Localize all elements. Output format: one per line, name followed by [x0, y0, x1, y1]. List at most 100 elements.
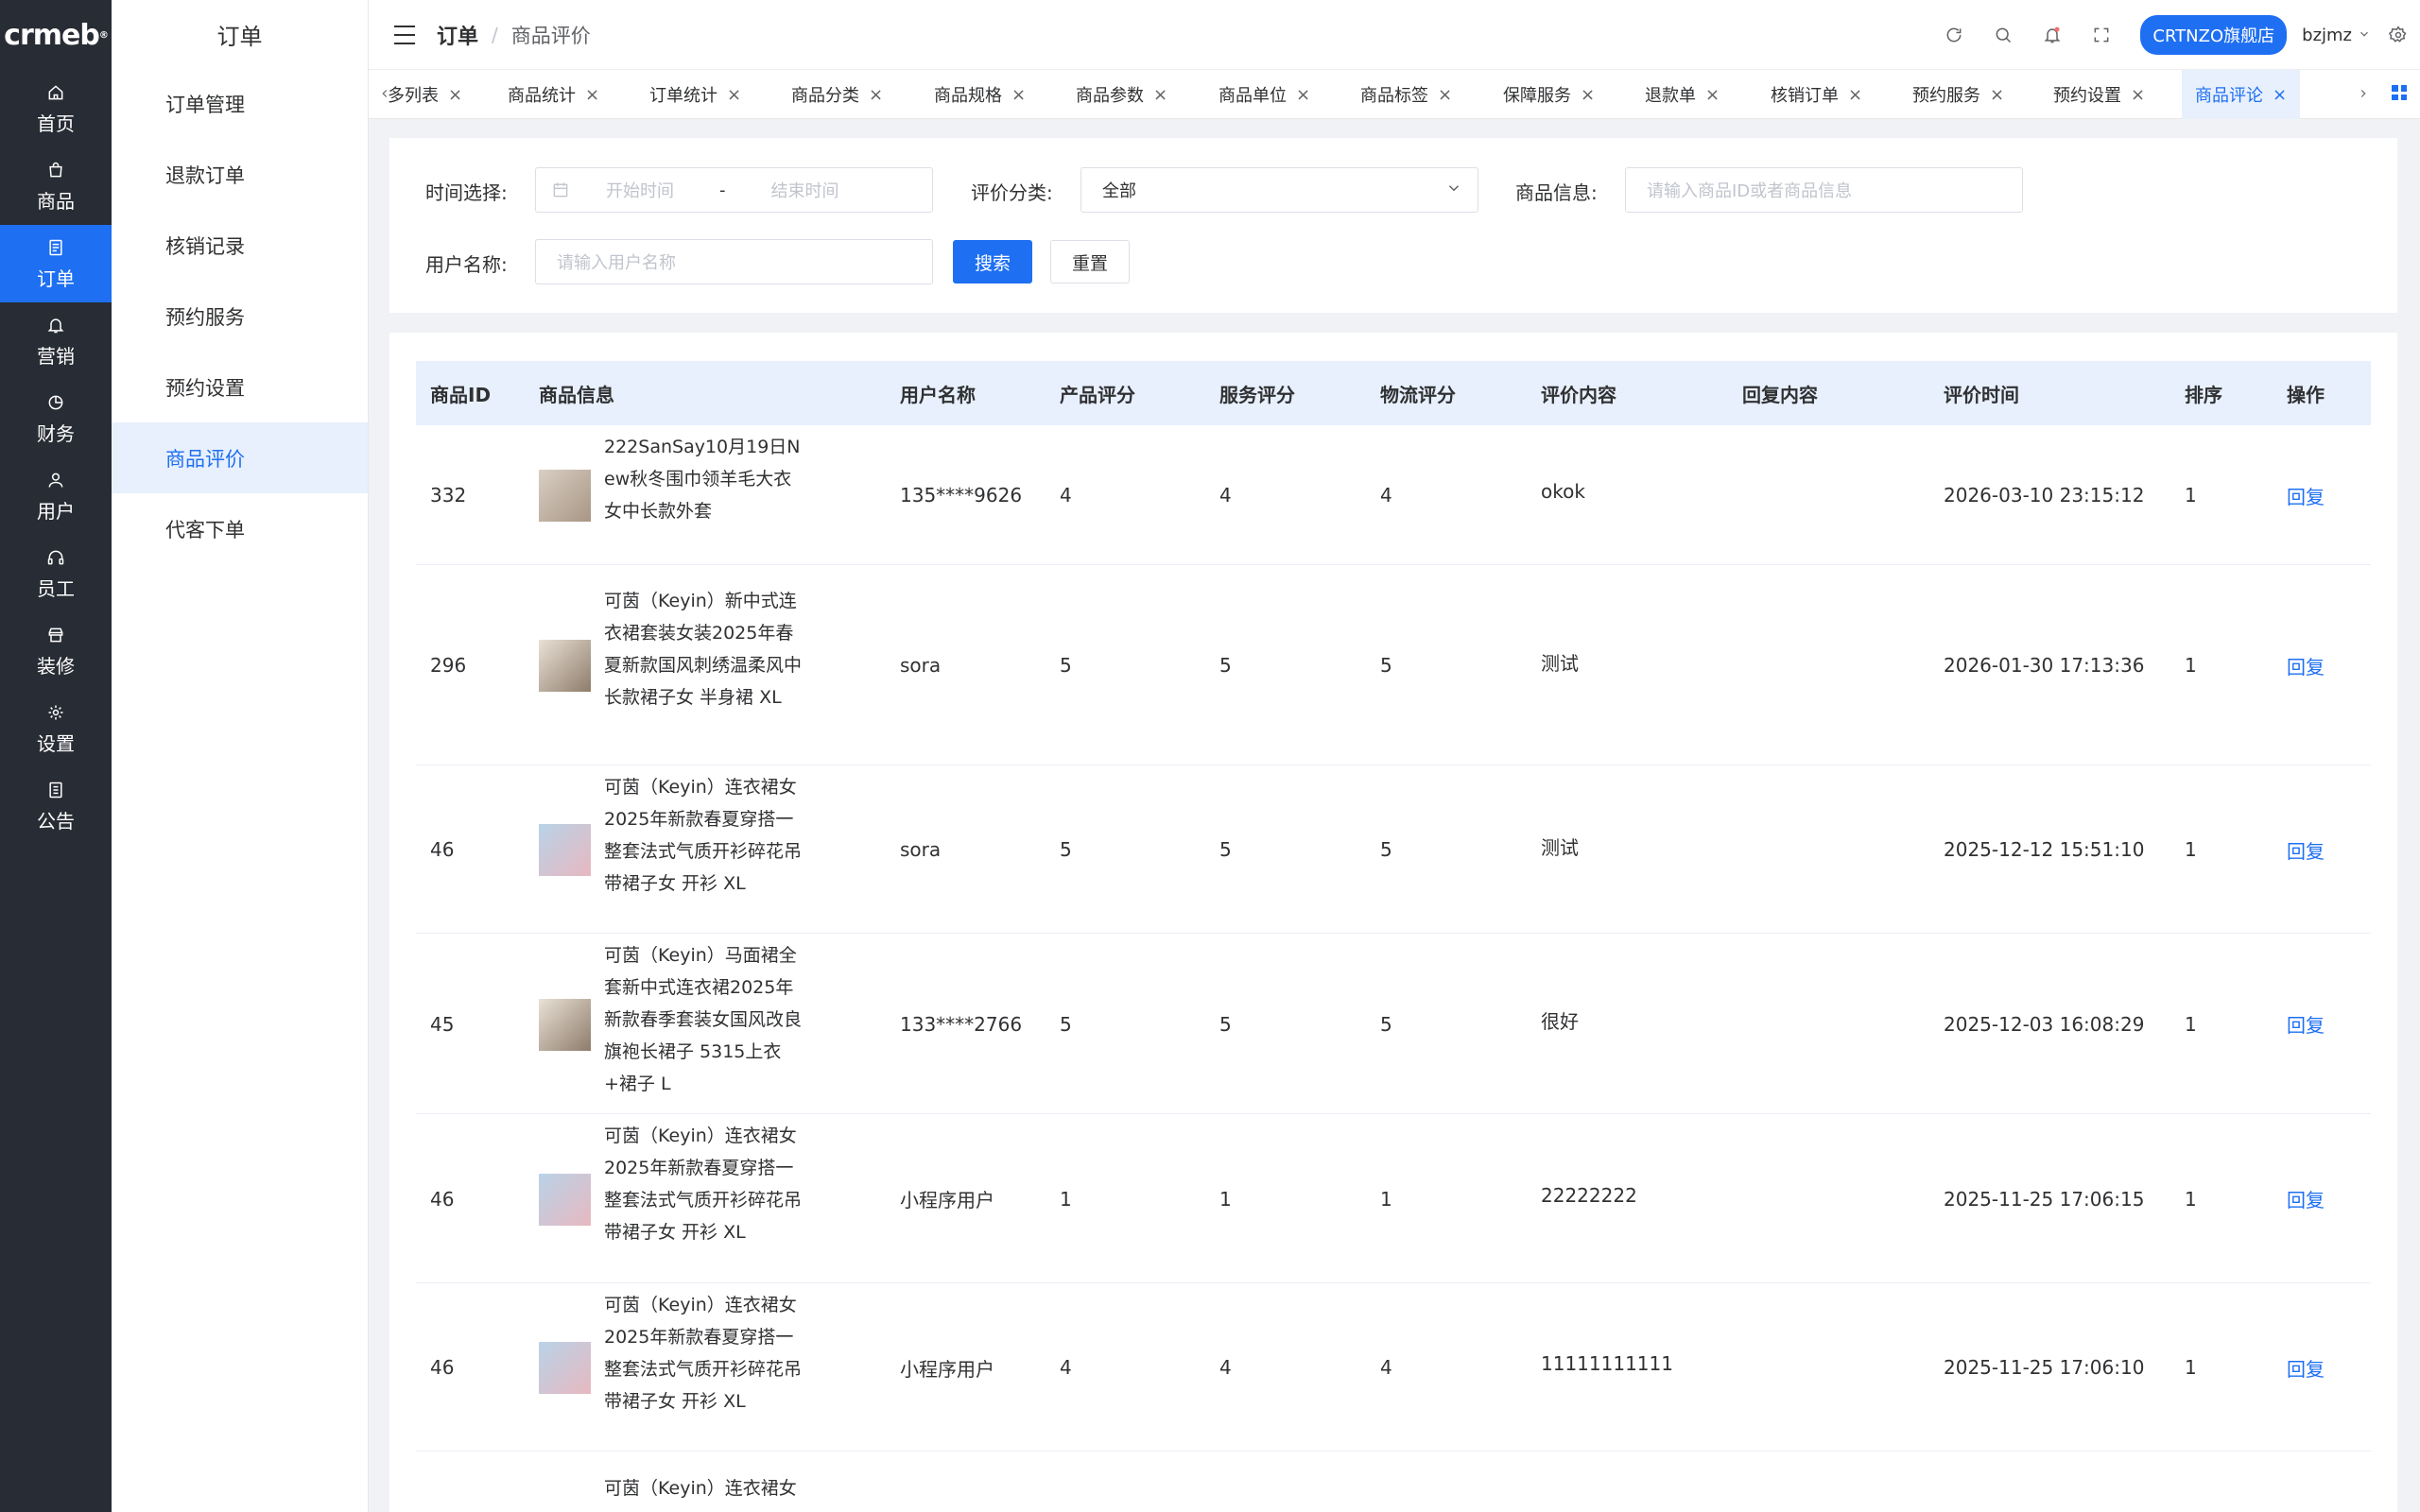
column-header: 物流评分 — [1380, 383, 1456, 406]
reply-action-link[interactable]: 回复 — [2287, 836, 2325, 863]
review-content-cell: okok — [1541, 480, 1585, 503]
submenu-item-7[interactable]: 代客下单 — [112, 493, 368, 564]
tab-item[interactable]: 商品评论 × — [2182, 70, 2301, 119]
date-range-separator: - — [719, 180, 726, 200]
reply-action-link[interactable]: 回复 — [2287, 1186, 2325, 1212]
page-tabs-bar: 多列表 × 商品统计 × 订单统计 × 商品分类 × 商品规格 × 商品参数 × 商品单位 × 商品标签 × 保… — [369, 70, 2420, 119]
service-score-cell: 5 — [1219, 654, 1232, 677]
tab-item[interactable]: 商品统计 × — [494, 70, 613, 119]
column-header: 商品ID — [430, 383, 492, 406]
tabs-scroll-right-icon[interactable] — [2353, 83, 2374, 104]
bag-icon — [45, 160, 66, 180]
close-icon[interactable]: × — [1153, 85, 1167, 105]
brand-logo[interactable]: crmeb ® — [0, 0, 112, 70]
close-icon[interactable]: × — [1296, 85, 1310, 105]
category-select[interactable]: 全部 — [1080, 167, 1478, 213]
review-time-cell: 2026-03-10 23:15:12 — [1944, 484, 2145, 507]
tab-item[interactable]: 核销订单 × — [1757, 70, 1876, 119]
tab-item[interactable]: 预约设置 × — [2040, 70, 2158, 119]
breadcrumb-main[interactable]: 订单 — [437, 20, 478, 50]
user-menu[interactable]: bzjmz — [2302, 26, 2352, 45]
tab-item[interactable]: 保障服务 × — [1490, 70, 1608, 119]
review-time-cell: 2025-12-03 16:08:29 — [1944, 1012, 2145, 1036]
sort-cell: 1 — [2185, 1012, 2197, 1036]
tabs-menu-grid-icon[interactable] — [2392, 85, 2407, 100]
product-id-cell: 45 — [430, 1012, 455, 1036]
close-icon[interactable]: × — [1011, 85, 1026, 105]
rail-item-9[interactable]: 设置 — [0, 690, 112, 767]
search-icon[interactable] — [1993, 25, 2014, 45]
reset-button[interactable]: 重置 — [1050, 240, 1130, 284]
close-icon[interactable]: × — [727, 85, 741, 105]
rail-item-5[interactable]: 财务 — [0, 380, 112, 457]
chevron-down-icon[interactable] — [2358, 26, 2371, 44]
settings-gear-icon[interactable] — [2388, 25, 2409, 45]
rail-item-4[interactable]: 营销 — [0, 302, 112, 380]
reply-action-link[interactable]: 回复 — [2287, 652, 2325, 679]
close-icon[interactable]: × — [1705, 85, 1720, 105]
store-switch-button[interactable]: CRTNZO旗舰店 — [2140, 15, 2288, 55]
product-thumbnail — [539, 824, 591, 876]
chevron-down-icon — [1445, 180, 1462, 201]
reply-action-link[interactable]: 回复 — [2287, 1011, 2325, 1038]
rail-item-label: 首页 — [37, 112, 75, 135]
end-date-input[interactable]: 结束时间 — [771, 178, 839, 202]
product-name-cell: 222SanSay10月19日New秋冬围巾领羊毛大衣女中长款外套 — [604, 437, 801, 522]
tab-item[interactable]: 订单统计 × — [636, 70, 754, 119]
username-placeholder: 请输入用户名称 — [557, 253, 676, 273]
service-score-cell: 5 — [1219, 1012, 1232, 1036]
fullscreen-icon[interactable] — [2091, 25, 2112, 45]
headset-icon — [45, 547, 66, 568]
rail-item-10[interactable]: 公告 — [0, 767, 112, 845]
tab-item[interactable]: 预约服务 × — [1899, 70, 2017, 119]
reply-action-link[interactable]: 回复 — [2287, 1354, 2325, 1381]
tab-item[interactable]: 商品参数 × — [1063, 70, 1181, 119]
close-icon[interactable]: × — [1990, 85, 2004, 105]
tab-item[interactable]: 商品单位 × — [1205, 70, 1323, 119]
submenu-item-6[interactable]: 商品评价 — [112, 422, 368, 493]
close-icon[interactable]: × — [1848, 85, 1862, 105]
rail-item-3[interactable]: 订单 — [0, 225, 112, 302]
product-id-cell: 46 — [430, 838, 455, 861]
rail-item-6[interactable]: 用户 — [0, 457, 112, 535]
tab-item[interactable]: 商品规格 × — [921, 70, 1039, 119]
product-name-cell: 可茵（Keyin）马面裙全套新中式连衣裙2025年新款春季套装女国风改良旗袍长裙… — [604, 945, 803, 1094]
close-icon[interactable]: × — [1438, 85, 1452, 105]
column-header: 操作 — [2287, 383, 2325, 406]
close-icon[interactable]: × — [585, 85, 599, 105]
refresh-icon[interactable] — [1944, 25, 1964, 45]
close-icon[interactable]: × — [2273, 85, 2287, 105]
product-id-cell: 296 — [430, 654, 467, 677]
search-button[interactable]: 搜索 — [953, 240, 1032, 284]
close-icon[interactable]: × — [1581, 85, 1595, 105]
column-header: 评价时间 — [1944, 383, 2019, 406]
menu-collapse-icon[interactable] — [394, 25, 415, 44]
submenu-item-5[interactable]: 预约设置 — [112, 352, 368, 422]
rail-item-1[interactable]: 首页 — [0, 70, 112, 147]
review-time-cell: 2025-11-25 17:06:10 — [1944, 1356, 2145, 1379]
rail-item-2[interactable]: 商品 — [0, 147, 112, 225]
username-input[interactable]: 请输入用户名称 — [535, 239, 933, 284]
tab-item[interactable]: 退款单 × — [1632, 70, 1733, 119]
tab-item[interactable]: 商品分类 × — [778, 70, 896, 119]
logistics-score-cell: 5 — [1380, 654, 1392, 677]
submenu-item-4[interactable]: 预约服务 — [112, 281, 368, 352]
tab-item[interactable]: 多列表 × — [374, 70, 475, 119]
submenu-item-1[interactable]: 订单管理 — [112, 68, 368, 139]
close-icon[interactable]: × — [869, 85, 883, 105]
logistics-score-cell: 5 — [1380, 1012, 1392, 1036]
rail-item-7[interactable]: 员工 — [0, 535, 112, 612]
start-date-input[interactable]: 开始时间 — [606, 178, 674, 202]
close-icon[interactable]: × — [448, 85, 462, 105]
product-id-cell: 332 — [430, 484, 467, 507]
tab-item[interactable]: 商品标签 × — [1347, 70, 1465, 119]
date-range-picker[interactable]: 开始时间 - 结束时间 — [535, 167, 933, 213]
notification-bell-icon[interactable] — [2042, 25, 2063, 45]
close-icon[interactable]: × — [2131, 85, 2145, 105]
submenu-item-3[interactable]: 核销记录 — [112, 210, 368, 281]
rail-item-8[interactable]: 装修 — [0, 612, 112, 690]
submenu-item-2[interactable]: 退款订单 — [112, 139, 368, 210]
username-cell: sora — [900, 654, 942, 677]
product-search-input[interactable]: 请输入商品ID或者商品信息 — [1625, 167, 2023, 213]
reply-action-link[interactable]: 回复 — [2287, 482, 2325, 508]
